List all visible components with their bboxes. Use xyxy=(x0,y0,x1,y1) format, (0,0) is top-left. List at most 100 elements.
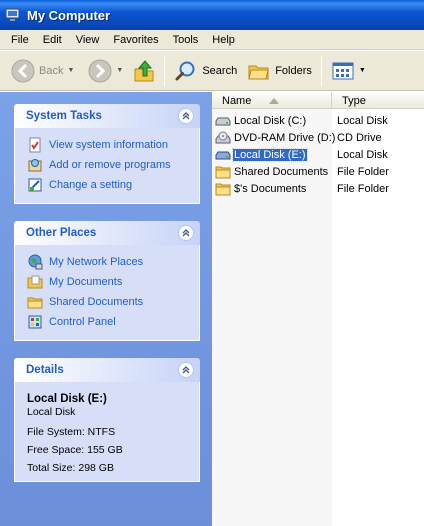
other-places-panel: Other Places My Network Places My Docume… xyxy=(14,221,200,341)
file-name: $'s Documents xyxy=(234,182,307,195)
menu-edit[interactable]: Edit xyxy=(36,30,69,50)
file-type: CD Drive xyxy=(337,131,382,144)
network-places-icon xyxy=(28,254,43,270)
file-name-cell: $'s Documents xyxy=(212,181,332,197)
dvd-drive-icon xyxy=(215,131,231,143)
system-tasks-body: View system information Add or remove pr… xyxy=(14,128,200,204)
task-add-remove-programs[interactable]: Add or remove programs xyxy=(27,155,191,175)
column-type-label: Type xyxy=(342,94,366,107)
file-name-cell: DVD-RAM Drive (D:) xyxy=(212,130,335,146)
place-shared-documents[interactable]: Shared Documents xyxy=(27,292,191,312)
back-button[interactable]: Back ▼ xyxy=(8,55,77,87)
folders-icon xyxy=(248,65,269,79)
detail-kind: Local Disk xyxy=(27,406,76,418)
file-row[interactable]: $'s Documents File Folder xyxy=(212,180,424,197)
forward-arrow-icon xyxy=(88,59,112,82)
back-dropdown-icon[interactable]: ▼ xyxy=(67,67,74,74)
place-my-network-places[interactable]: My Network Places xyxy=(27,252,191,272)
views-icon xyxy=(332,62,354,79)
menu-tools[interactable]: Tools xyxy=(166,30,206,50)
detail-name: Local Disk (E:) xyxy=(27,393,107,405)
collapse-icon[interactable] xyxy=(178,108,194,124)
file-name-cell: Local Disk (C:) xyxy=(212,113,332,129)
system-tasks-header[interactable]: System Tasks xyxy=(14,104,200,128)
views-button[interactable]: ▼ xyxy=(328,55,369,87)
folders-button[interactable]: Folders xyxy=(244,55,315,87)
menu-file[interactable]: File xyxy=(4,30,36,50)
place-control-panel[interactable]: Control Panel xyxy=(27,312,191,332)
details-title: Details xyxy=(26,364,64,376)
file-list[interactable]: Name Type Local Disk (C:) Local Disk DVD… xyxy=(212,92,424,526)
search-button[interactable]: Search xyxy=(171,55,240,87)
collapse-icon[interactable] xyxy=(178,225,194,241)
task-label: My Network Places xyxy=(49,256,144,268)
file-row[interactable]: Shared Documents File Folder xyxy=(212,163,424,180)
toolbar-separator xyxy=(320,55,322,86)
folder-icon xyxy=(215,183,231,195)
details-header[interactable]: Details xyxy=(14,358,200,382)
task-view-system-information[interactable]: View system information xyxy=(27,135,191,155)
column-name-label: Name xyxy=(222,94,252,107)
documents-folder-icon xyxy=(27,275,43,289)
system-tasks-title: System Tasks xyxy=(26,110,102,122)
toolbar-separator xyxy=(164,55,166,86)
title-bar[interactable]: My Computer xyxy=(0,0,424,30)
file-type: File Folder xyxy=(337,165,389,178)
menu-view[interactable]: View xyxy=(69,30,107,50)
file-name: Local Disk (E:) xyxy=(232,147,308,162)
back-arrow-icon xyxy=(11,59,35,82)
file-row[interactable]: DVD-RAM Drive (D:) CD Drive xyxy=(212,129,424,146)
toolbar: Back ▼ ▼ Search Folders ▼ xyxy=(0,51,424,91)
control-setting-icon xyxy=(28,178,42,192)
sort-ascending-icon xyxy=(269,97,280,104)
file-name: Shared Documents xyxy=(234,165,329,178)
up-folder-icon xyxy=(134,59,154,81)
details-body: Local Disk (E:) Local Disk File System: … xyxy=(14,382,200,482)
task-pane: System Tasks View system information Add… xyxy=(0,92,212,526)
file-type: Local Disk xyxy=(337,148,388,161)
detail-file-system: File System: NTFS xyxy=(27,426,116,438)
file-rows: Local Disk (C:) Local Disk DVD-RAM Drive… xyxy=(212,112,424,197)
task-label: Change a setting xyxy=(49,179,133,191)
my-computer-icon xyxy=(5,8,20,21)
hard-disk-icon xyxy=(215,117,231,125)
menu-help[interactable]: Help xyxy=(205,30,242,50)
add-remove-programs-icon xyxy=(28,159,42,172)
file-name: Local Disk (C:) xyxy=(234,114,307,127)
task-label: Control Panel xyxy=(49,316,116,328)
search-label: Search xyxy=(202,64,238,77)
search-icon xyxy=(175,61,195,80)
system-info-icon xyxy=(29,137,41,153)
hard-disk-icon xyxy=(215,151,231,159)
control-panel-icon xyxy=(28,315,42,329)
other-places-title: Other Places xyxy=(26,227,97,239)
file-name: DVD-RAM Drive (D:) xyxy=(234,131,336,144)
forward-button[interactable]: ▼ xyxy=(85,55,126,87)
forward-dropdown-icon[interactable]: ▼ xyxy=(116,67,123,74)
folder-icon xyxy=(215,166,231,178)
column-header-type[interactable]: Type xyxy=(332,92,424,109)
file-type: Local Disk xyxy=(337,114,388,127)
task-label: My Documents xyxy=(49,276,123,288)
task-label: View system information xyxy=(49,139,169,151)
views-dropdown-icon[interactable]: ▼ xyxy=(359,67,366,74)
back-label: Back xyxy=(39,64,64,77)
details-panel: Details Local Disk (E:) Local Disk File … xyxy=(14,358,200,482)
folder-icon xyxy=(27,297,43,309)
column-header-name[interactable]: Name xyxy=(212,92,332,109)
task-label: Add or remove programs xyxy=(49,159,171,171)
up-folder-button[interactable] xyxy=(130,55,158,87)
folders-label: Folders xyxy=(275,64,312,77)
file-name-cell: Shared Documents xyxy=(212,164,332,180)
file-row-selected[interactable]: Local Disk (E:) Local Disk xyxy=(212,146,424,163)
task-change-setting[interactable]: Change a setting xyxy=(27,175,191,195)
file-row[interactable]: Local Disk (C:) Local Disk xyxy=(212,112,424,129)
menu-favorites[interactable]: Favorites xyxy=(106,30,165,50)
place-my-documents[interactable]: My Documents xyxy=(27,272,191,292)
menu-bar: File Edit View Favorites Tools Help xyxy=(0,30,424,50)
detail-total-size: Total Size: 298 GB xyxy=(27,462,114,474)
other-places-header[interactable]: Other Places xyxy=(14,221,200,245)
window-title: My Computer xyxy=(27,7,111,23)
task-label: Shared Documents xyxy=(49,296,144,308)
collapse-icon[interactable] xyxy=(178,362,194,378)
